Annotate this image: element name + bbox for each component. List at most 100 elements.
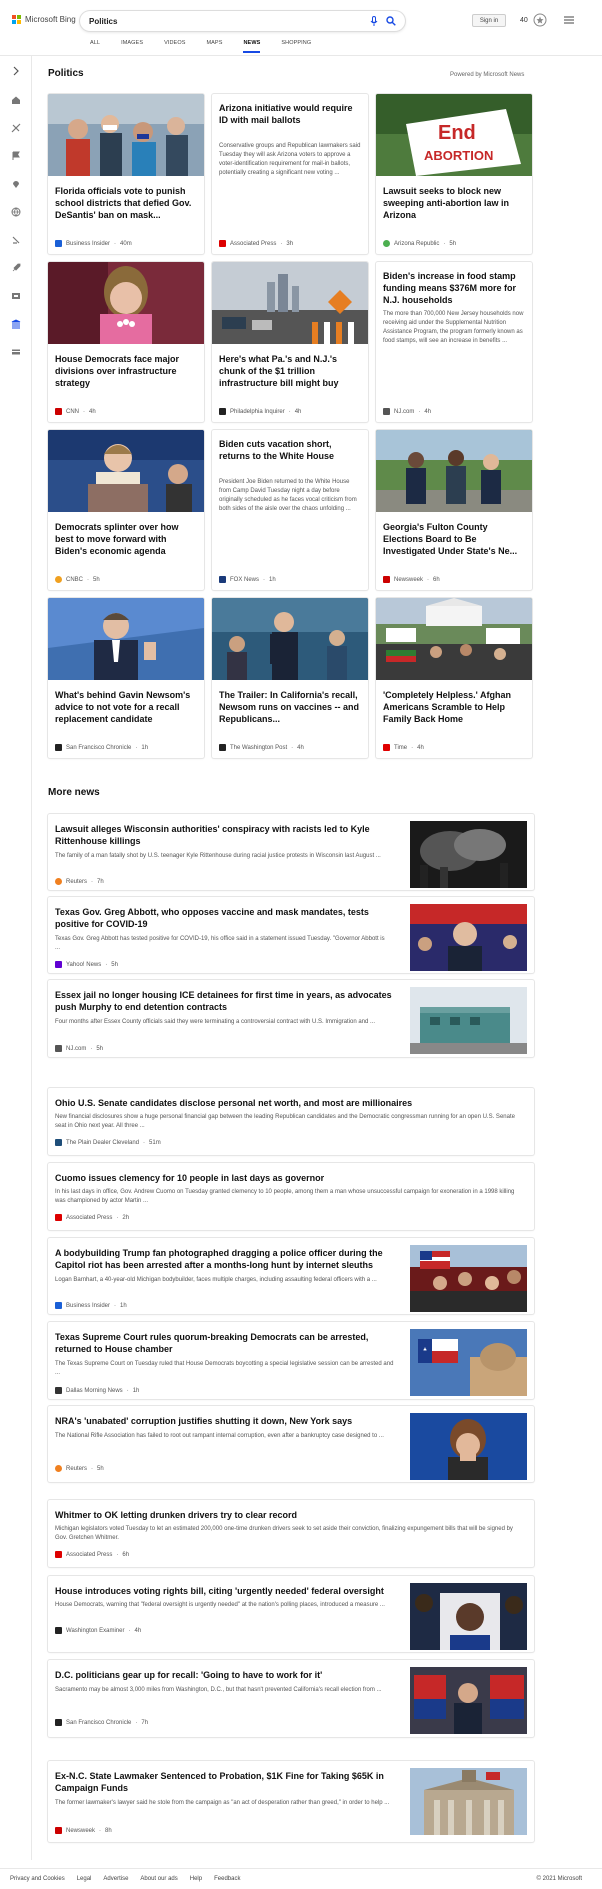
home-icon[interactable]	[10, 94, 22, 106]
menu-icon[interactable]	[564, 15, 574, 25]
card-source[interactable]: Arizona Republic · 5h	[383, 240, 456, 247]
footer-link-about-ads[interactable]: About our ads	[140, 1876, 177, 1882]
search-box[interactable]: Politics	[80, 11, 405, 31]
card-source[interactable]: Business Insider · 40m	[55, 240, 132, 247]
more-news-title-text[interactable]: Ex-N.C. State Lawmaker Sentenced to Prob…	[55, 1770, 400, 1794]
news-card[interactable]: The Trailer: In California's recall, New…	[212, 598, 368, 758]
news-card[interactable]: Biden cuts vacation short, returns to th…	[212, 430, 368, 590]
more-news-source[interactable]: San Francisco Chronicle · 7h	[55, 1719, 148, 1726]
more-news-title-text[interactable]: NRA's 'unabated' corruption justifies sh…	[55, 1415, 400, 1427]
film-icon[interactable]	[10, 290, 22, 302]
flag-icon[interactable]	[10, 150, 22, 162]
news-card[interactable]: Arizona initiative would require ID with…	[212, 94, 368, 254]
footer-link-feedback[interactable]: Feedback	[214, 1876, 240, 1882]
location-icon[interactable]	[10, 178, 22, 190]
news-card[interactable]: Florida officials vote to punish school …	[48, 94, 204, 254]
bing-logo[interactable]: Microsoft Bing	[12, 15, 76, 24]
more-news-source[interactable]: Reuters · 5h	[55, 1465, 104, 1472]
more-news-source[interactable]: Associated Press · 6h	[55, 1551, 129, 1558]
news-card[interactable]: End ABORTION Lawsuit seeks to block new …	[376, 94, 532, 254]
card-source[interactable]: NJ.com · 4h	[383, 408, 431, 415]
microphone-icon[interactable]	[370, 16, 378, 26]
rewards-icon[interactable]	[533, 13, 547, 27]
card-title[interactable]: Arizona initiative would require ID with…	[219, 102, 361, 126]
more-news-item[interactable]: Ex-N.C. State Lawmaker Sentenced to Prob…	[48, 1761, 534, 1842]
more-news-item[interactable]: Cuomo issues clemency for 10 people in l…	[48, 1163, 534, 1230]
more-news-item[interactable]: Whitmer to OK letting drunken drivers tr…	[48, 1500, 534, 1567]
more-news-item[interactable]: House introduces voting rights bill, cit…	[48, 1576, 534, 1652]
powered-by[interactable]: Powered by Microsoft News	[450, 72, 524, 78]
card-source[interactable]: FOX News · 1h	[219, 576, 276, 583]
card-source[interactable]: Associated Press · 3h	[219, 240, 293, 247]
more-news-source[interactable]: Business Insider · 1h	[55, 1302, 127, 1309]
more-news-source[interactable]: NJ.com · 5h	[55, 1045, 103, 1052]
card-title[interactable]: 'Completely Helpless.' Afghan Americans …	[383, 689, 525, 725]
card-source[interactable]: Philadelphia Inquirer · 4h	[219, 408, 301, 415]
more-news-title-text[interactable]: Texas Gov. Greg Abbott, who opposes vacc…	[55, 906, 385, 930]
globe-icon[interactable]	[10, 206, 22, 218]
card-title[interactable]: Biden cuts vacation short, returns to th…	[219, 438, 361, 462]
footer-link-advertise[interactable]: Advertise	[103, 1876, 128, 1882]
science-icon[interactable]	[10, 234, 22, 246]
card-title[interactable]: The Trailer: In California's recall, New…	[219, 689, 361, 725]
card-source[interactable]: Newsweek · 6h	[383, 576, 440, 583]
card-title[interactable]: Biden's increase in food stamp funding m…	[383, 270, 525, 306]
news-card[interactable]: 'Completely Helpless.' Afghan Americans …	[376, 598, 532, 758]
news-card[interactable]: Here's what Pa.'s and N.J.'s chunk of th…	[212, 262, 368, 422]
card-source[interactable]: CNBC · 5h	[55, 576, 100, 583]
card-title[interactable]: Here's what Pa.'s and N.J.'s chunk of th…	[219, 353, 361, 389]
more-news-source[interactable]: Dallas Morning News · 1h	[55, 1387, 139, 1394]
news-card[interactable]: What's behind Gavin Newsom's advice to n…	[48, 598, 204, 758]
card-source[interactable]: Time · 4h	[383, 744, 424, 751]
tab-shopping[interactable]: SHOPPING	[281, 40, 311, 53]
sports-icon[interactable]	[10, 122, 22, 134]
card-title[interactable]: Georgia's Fulton County Elections Board …	[383, 521, 525, 557]
card-title[interactable]: What's behind Gavin Newsom's advice to n…	[55, 689, 197, 725]
news-card[interactable]: House Democrats face major divisions ove…	[48, 262, 204, 422]
search-icon[interactable]	[386, 16, 396, 26]
more-news-item[interactable]: Ohio U.S. Senate candidates disclose per…	[48, 1088, 534, 1155]
card-title[interactable]: Democrats splinter over how best to move…	[55, 521, 197, 557]
more-news-source[interactable]: Associated Press · 2h	[55, 1214, 129, 1221]
tab-images[interactable]: IMAGES	[121, 40, 143, 53]
card-source[interactable]: CNN · 4h	[55, 408, 96, 415]
more-news-title-text[interactable]: A bodybuilding Trump fan photographed dr…	[55, 1247, 400, 1271]
more-news-title-text[interactable]: Essex jail no longer housing ICE detaine…	[55, 989, 400, 1013]
footer-link-legal[interactable]: Legal	[77, 1876, 92, 1882]
more-news-source[interactable]: The Plain Dealer Cleveland · 51m	[55, 1139, 161, 1146]
more-news-source[interactable]: Yahoo! News · 5h	[55, 961, 118, 968]
more-news-title-text[interactable]: Lawsuit alleges Wisconsin authorities' c…	[55, 823, 405, 847]
more-news-source[interactable]: Newsweek · 8h	[55, 1827, 112, 1834]
news-card[interactable]: Biden's increase in food stamp funding m…	[376, 262, 532, 422]
card-title[interactable]: Florida officials vote to punish school …	[55, 185, 197, 221]
more-news-item[interactable]: Texas Supreme Court rules quorum-breakin…	[48, 1322, 534, 1399]
more-news-title-text[interactable]: Cuomo issues clemency for 10 people in l…	[55, 1172, 525, 1184]
more-news-title-text[interactable]: Texas Supreme Court rules quorum-breakin…	[55, 1331, 400, 1355]
search-input[interactable]: Politics	[89, 17, 370, 26]
more-news-title-text[interactable]: Whitmer to OK letting drunken drivers tr…	[55, 1509, 525, 1521]
money-icon[interactable]	[10, 346, 22, 358]
more-news-item[interactable]: Texas Gov. Greg Abbott, who opposes vacc…	[48, 897, 534, 973]
rewards-points[interactable]: 40	[520, 17, 528, 24]
more-news-title-text[interactable]: D.C. politicians gear up for recall: 'Go…	[55, 1669, 400, 1681]
more-news-source[interactable]: Washington Examiner · 4h	[55, 1627, 141, 1634]
card-source[interactable]: San Francisco Chronicle · 1h	[55, 744, 148, 751]
more-news-title-text[interactable]: Ohio U.S. Senate candidates disclose per…	[55, 1097, 525, 1109]
more-news-item[interactable]: A bodybuilding Trump fan photographed dr…	[48, 1238, 534, 1314]
more-news-item[interactable]: Essex jail no longer housing ICE detaine…	[48, 980, 534, 1057]
more-news-item[interactable]: Lawsuit alleges Wisconsin authorities' c…	[48, 814, 534, 890]
card-source[interactable]: The Washington Post · 4h	[219, 744, 304, 751]
rocket-icon[interactable]	[10, 262, 22, 274]
news-card[interactable]: Democrats splinter over how best to move…	[48, 430, 204, 590]
more-news-item[interactable]: D.C. politicians gear up for recall: 'Go…	[48, 1660, 534, 1737]
tab-maps[interactable]: MAPS	[206, 40, 222, 53]
more-news-item[interactable]: NRA's 'unabated' corruption justifies sh…	[48, 1406, 534, 1482]
card-title[interactable]: House Democrats face major divisions ove…	[55, 353, 197, 389]
more-news-title-text[interactable]: House introduces voting rights bill, cit…	[55, 1585, 400, 1597]
tab-videos[interactable]: VIDEOS	[164, 40, 185, 53]
footer-link-help[interactable]: Help	[190, 1876, 202, 1882]
tab-all[interactable]: ALL	[90, 40, 100, 53]
expand-sidebar-icon[interactable]	[10, 65, 22, 77]
sign-in-button[interactable]: Sign in	[472, 14, 506, 27]
tab-news[interactable]: NEWS	[243, 40, 261, 53]
